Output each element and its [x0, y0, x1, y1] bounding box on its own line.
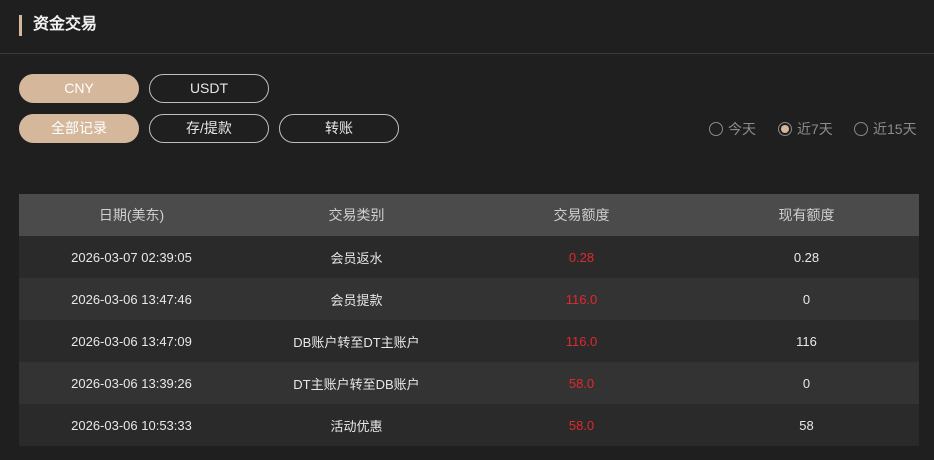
column-header-balance: 现有额度: [694, 194, 919, 236]
table-row: 2026-03-06 13:39:26 DT主账户转至DB账户 58.0 0: [19, 362, 919, 404]
cell-amount: 116.0: [469, 320, 694, 362]
cell-balance: 0: [694, 278, 919, 320]
title-accent-bar: [19, 15, 22, 36]
cell-date: 2026-03-06 13:39:26: [19, 362, 244, 404]
page-title: 资金交易: [33, 16, 98, 33]
radio-label: 近7天: [797, 121, 833, 137]
cell-amount: 58.0: [469, 362, 694, 404]
table-row: 2026-03-07 02:39:05 会员返水 0.28 0.28: [19, 236, 919, 278]
cell-amount: 116.0: [469, 278, 694, 320]
table-row: 2026-03-06 13:47:46 会员提款 116.0 0: [19, 278, 919, 320]
radio-label: 近15天: [873, 121, 917, 137]
transactions-table: 日期(美东) 交易类别 交易额度 现有额度 2026-03-07 02:39:0…: [19, 194, 919, 446]
radio-button[interactable]: [854, 122, 868, 136]
cell-type: DB账户转至DT主账户: [244, 320, 469, 362]
cell-date: 2026-03-06 13:47:46: [19, 278, 244, 320]
radio-button[interactable]: [778, 122, 792, 136]
table-row: 2026-03-06 10:53:33 活动优惠 58.0 58: [19, 404, 919, 446]
date-filter-today[interactable]: 今天: [709, 120, 756, 138]
column-header-type: 交易类别: [244, 194, 469, 236]
cell-type: 活动优惠: [244, 404, 469, 446]
cell-balance: 58: [694, 404, 919, 446]
currency-tab-cny[interactable]: CNY: [19, 74, 139, 103]
cell-date: 2026-03-07 02:39:05: [19, 236, 244, 278]
cell-type: DT主账户转至DB账户: [244, 362, 469, 404]
cell-amount: 58.0: [469, 404, 694, 446]
column-header-date: 日期(美东): [19, 194, 244, 236]
currency-tab-usdt[interactable]: USDT: [149, 74, 269, 103]
cell-amount: 0.28: [469, 236, 694, 278]
column-header-amount: 交易额度: [469, 194, 694, 236]
cell-balance: 116: [694, 320, 919, 362]
record-tab-all[interactable]: 全部记录: [19, 114, 139, 143]
record-tab-deposit-withdraw[interactable]: 存/提款: [149, 114, 269, 143]
table-header-row: 日期(美东) 交易类别 交易额度 现有额度: [19, 194, 919, 236]
cell-type: 会员提款: [244, 278, 469, 320]
radio-label: 今天: [728, 121, 756, 137]
header-divider: [0, 53, 934, 54]
cell-balance: 0.28: [694, 236, 919, 278]
table-row: 2026-03-06 13:47:09 DB账户转至DT主账户 116.0 11…: [19, 320, 919, 362]
cell-type: 会员返水: [244, 236, 469, 278]
cell-date: 2026-03-06 13:47:09: [19, 320, 244, 362]
record-tab-transfer[interactable]: 转账: [279, 114, 399, 143]
cell-date: 2026-03-06 10:53:33: [19, 404, 244, 446]
date-filter-7-days[interactable]: 近7天: [778, 120, 833, 138]
date-filter-15-days[interactable]: 近15天: [854, 120, 917, 138]
cell-balance: 0: [694, 362, 919, 404]
radio-button[interactable]: [709, 122, 723, 136]
